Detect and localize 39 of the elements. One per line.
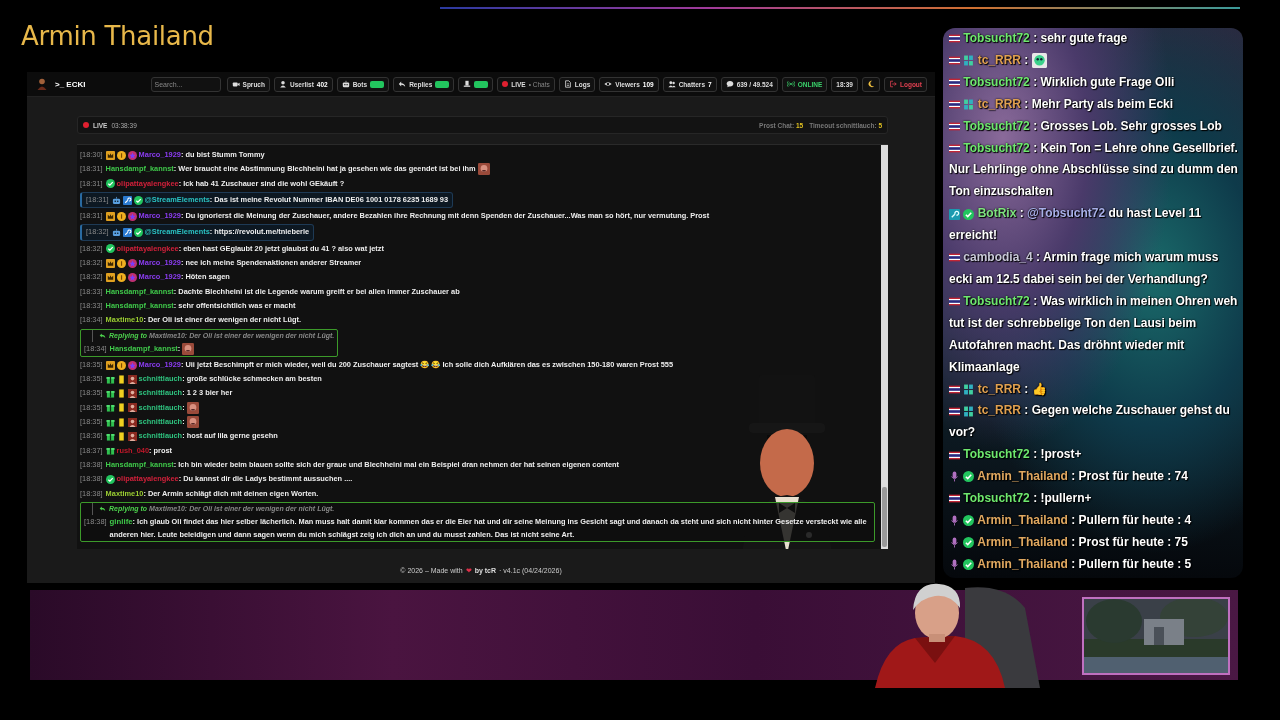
eye-icon (604, 80, 613, 88)
toggle-switch[interactable] (474, 80, 489, 88)
chat-message: tc_RRR : Mehr Party als beim Ecki (977, 96, 1174, 111)
chat-message: cambodia_4 : Armin frage mich warum muss ecki am 12.5 dabei sein bei der Verhandlung? (949, 250, 1219, 286)
chat-icon (725, 80, 734, 88)
app-logo: >_ ECKI (55, 79, 86, 89)
robot-icon (341, 80, 350, 88)
reply-icon (398, 80, 407, 88)
chat-message: BotRix : @Tobsucht72 du hast Level 11 erreicht! (949, 206, 1202, 243)
chat-message: Tobsucht72 : Was wirklich in meinen Ohren weh tut ist der schrebbelige Ton den Lausi beim Autofahren macht. Das dröhnt wieder mit Klimaanlage (949, 293, 1238, 374)
reply-arrow-icon (99, 505, 106, 513)
top-hat-icon (463, 80, 472, 88)
live-dot-icon (502, 81, 509, 87)
document-icon (563, 80, 572, 88)
chat-message: Tobsucht72 : sehr gute frage (963, 31, 1128, 45)
chat-message: Armin_Thailand : Prost für heute : 74 (977, 469, 1188, 484)
chat-message: tc_RRR : (977, 52, 1030, 67)
chat-message: Armin_Thailand : Pullern für heute : 4 (977, 512, 1192, 527)
users-icon (667, 80, 676, 88)
toggle-switch[interactable] (370, 80, 385, 88)
toggle-button[interactable] (458, 76, 494, 92)
chat-message: Tobsucht72 : Wirklich gute Frage Olli (963, 74, 1175, 89)
signal-icon (786, 80, 795, 88)
reply-arrow-icon (99, 332, 106, 340)
theme-button[interactable] (861, 76, 880, 92)
chat-message: Tobsucht72 : !prost+ (963, 447, 1082, 462)
user-icon (278, 80, 287, 88)
chat-message: Tobsucht72 : Grosses Lob. Sehr grosses Lob (963, 118, 1222, 133)
chat-message: tc_RRR : Gegen welche Zuschauer gehst du vor? (949, 403, 1230, 440)
stream-title: Armin Thailand (21, 21, 214, 51)
chat-message: tc_RRR : 👍 (977, 381, 1047, 396)
chat-message: Armin_Thailand : Prost für heute : 75 (977, 534, 1188, 549)
toggle-switch[interactable] (435, 80, 450, 88)
video-icon (231, 80, 240, 88)
logout-icon (888, 80, 897, 88)
chat-message: Armin_Thailand : Pullern für heute : 5 (977, 556, 1192, 571)
live-dot-icon (83, 122, 89, 128)
chat-message: Tobsucht72 : !pullern+ (963, 491, 1092, 506)
moon-icon (866, 80, 875, 88)
